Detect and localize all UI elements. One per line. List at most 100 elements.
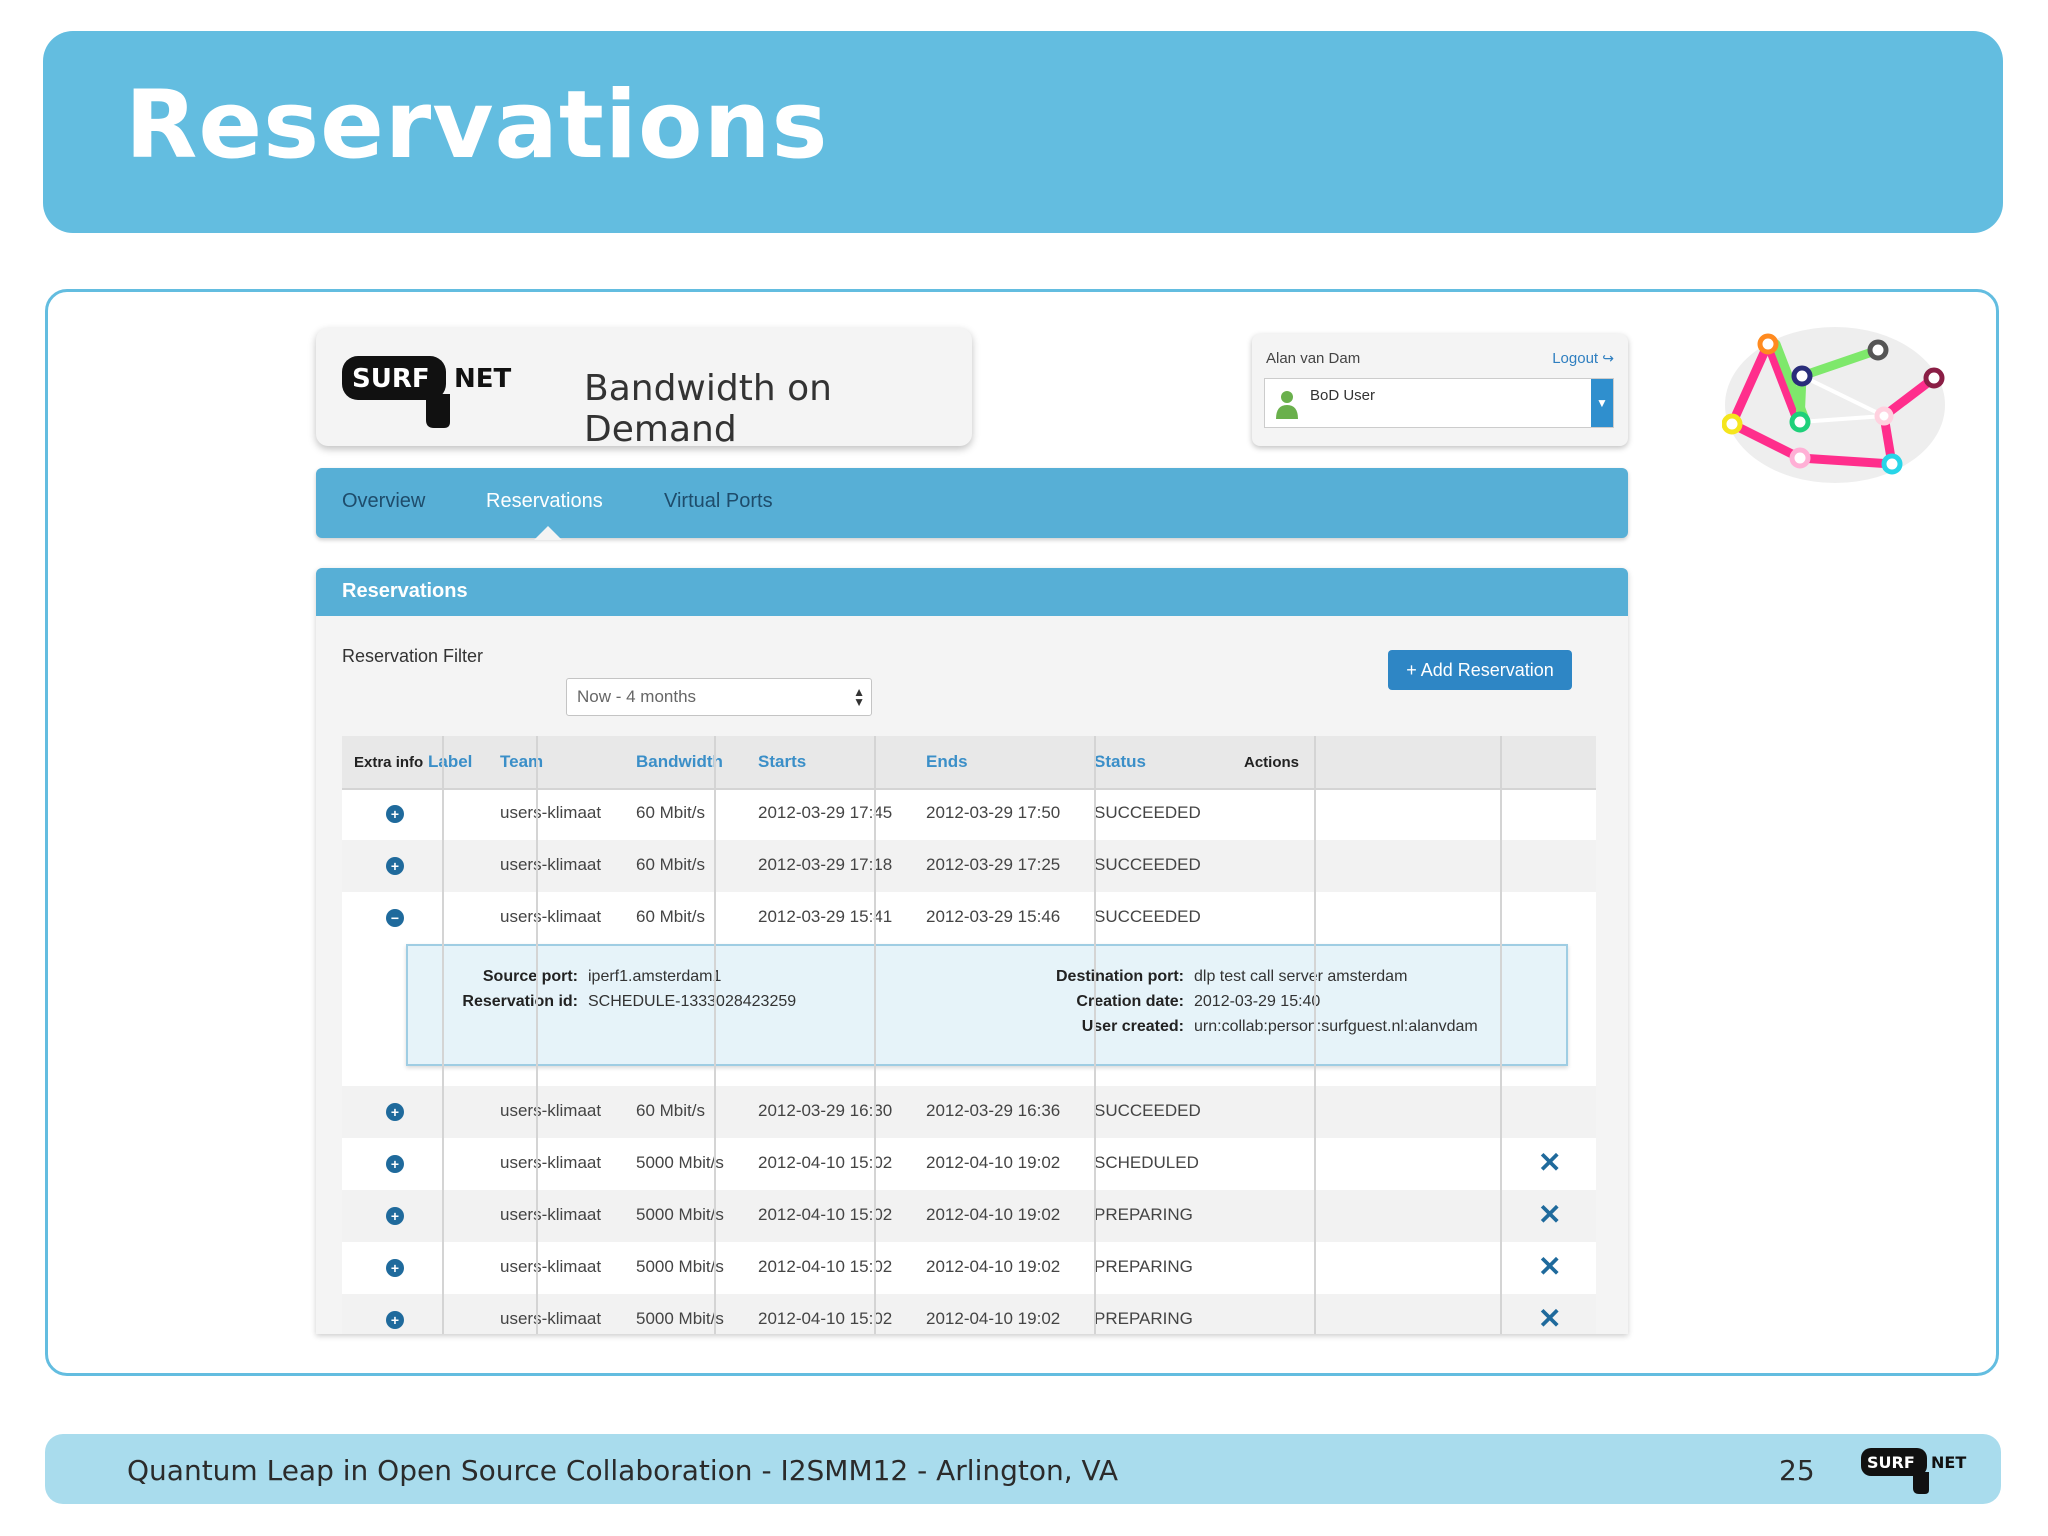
- expand-icon[interactable]: +: [386, 1103, 404, 1121]
- user-icon: [1276, 391, 1298, 419]
- user-panel: Alan van Dam Logout ↪ BoD User ▼: [1252, 334, 1628, 446]
- logout-label: Logout: [1552, 350, 1599, 367]
- add-reservation-button[interactable]: + Add Reservation: [1388, 650, 1572, 690]
- table-row: + users-klimaat 60 Mbit/s 2012-03-29 17:…: [342, 788, 1596, 840]
- cell-ends: 2012-04-10 19:02: [926, 1309, 1061, 1328]
- tab-reservations[interactable]: Reservations: [486, 490, 603, 513]
- tab-virtual-ports[interactable]: Virtual Ports: [664, 490, 773, 513]
- cell-bandwidth: 60 Mbit/s: [636, 907, 705, 926]
- table-row: + users-klimaat 5000 Mbit/s 2012-04-10 1…: [342, 1242, 1596, 1294]
- cancel-reservation-icon[interactable]: ✕: [1538, 1146, 1561, 1179]
- destination-port-label: Destination port:: [1056, 968, 1184, 985]
- column-divider: [874, 736, 876, 1334]
- reservations-table: Extra info Label Team Bandwidth Starts E…: [342, 736, 1596, 1334]
- logo-right-text: NET: [454, 364, 512, 394]
- cell-bandwidth: 60 Mbit/s: [636, 855, 705, 874]
- header-bandwidth[interactable]: Bandwidth: [636, 752, 723, 772]
- cancel-reservation-icon[interactable]: ✕: [1538, 1302, 1561, 1334]
- expand-icon[interactable]: +: [386, 1155, 404, 1173]
- destination-port-value: dlp test call server amsterdam: [1194, 968, 1408, 985]
- slide-footer: Quantum Leap in Open Source Collaboratio…: [45, 1434, 2001, 1504]
- cell-starts: 2012-03-29 15:41: [758, 907, 893, 926]
- panel-title: Reservations: [342, 580, 468, 602]
- cell-team: users-klimaat: [500, 907, 602, 926]
- cell-starts: 2012-04-10 15:02: [758, 1257, 893, 1276]
- creation-date-value: 2012-03-29 15:40: [1194, 993, 1321, 1010]
- cell-status: SUCCEEDED: [1094, 803, 1201, 822]
- header-status[interactable]: Status: [1094, 752, 1146, 772]
- column-divider: [536, 736, 538, 1334]
- user-name: Alan van Dam: [1266, 350, 1361, 367]
- role-label: BoD User: [1310, 387, 1376, 404]
- cell-status: SUCCEEDED: [1094, 907, 1201, 926]
- cell-status: PREPARING: [1094, 1257, 1193, 1276]
- cell-ends: 2012-04-10 19:02: [926, 1153, 1061, 1172]
- source-port-label: Source port:: [482, 968, 578, 985]
- expand-icon[interactable]: +: [386, 857, 404, 875]
- header-label[interactable]: Label: [428, 752, 472, 772]
- expand-icon[interactable]: +: [386, 1311, 404, 1329]
- cell-starts: 2012-03-29 17:18: [758, 855, 893, 874]
- cell-ends: 2012-03-29 15:46: [926, 907, 1061, 926]
- cell-team: users-klimaat: [500, 1205, 602, 1224]
- cell-ends: 2012-04-10 19:02: [926, 1205, 1061, 1224]
- cell-bandwidth: 60 Mbit/s: [636, 1101, 705, 1120]
- logout-link[interactable]: Logout ↪: [1552, 350, 1614, 367]
- cell-bandwidth: 5000 Mbit/s: [636, 1309, 724, 1328]
- cell-bandwidth: 5000 Mbit/s: [636, 1153, 724, 1172]
- cancel-reservation-icon[interactable]: ✕: [1538, 1250, 1561, 1283]
- cell-team: users-klimaat: [500, 1153, 602, 1172]
- chevron-down-icon[interactable]: ▼: [1591, 379, 1613, 427]
- brand-header: SURF NET Bandwidth on Demand: [316, 328, 972, 450]
- column-divider: [1314, 736, 1316, 1334]
- cancel-reservation-icon[interactable]: ✕: [1538, 1198, 1561, 1231]
- cell-team: users-klimaat: [500, 1309, 602, 1328]
- user-created-value: urn:collab:person:surfguest.nl:alanvdam: [1194, 1018, 1478, 1035]
- cell-status: PREPARING: [1094, 1309, 1193, 1328]
- logout-icon: ↪: [1602, 350, 1614, 366]
- filter-label: Reservation Filter: [342, 646, 484, 666]
- cell-team: users-klimaat: [500, 1257, 602, 1276]
- logo-left-text: SURF: [352, 364, 430, 394]
- cell-starts: 2012-04-10 15:02: [758, 1153, 893, 1172]
- active-tab-caret: [534, 526, 562, 540]
- filter-select[interactable]: Now - 4 months ▲ ▼: [566, 678, 872, 716]
- header-ends[interactable]: Ends: [926, 752, 968, 772]
- header-starts[interactable]: Starts: [758, 752, 806, 772]
- cell-bandwidth: 60 Mbit/s: [636, 803, 705, 822]
- source-port-value: iperf1.amsterdam1: [588, 968, 722, 985]
- reservations-panel: Reservations Reservation Filter Now - 4 …: [316, 568, 1628, 1334]
- reservation-id-label: Reservation id:: [462, 993, 578, 1010]
- cell-starts: 2012-03-29 17:45: [758, 803, 893, 822]
- select-arrows-icon: ▲ ▼: [853, 685, 865, 709]
- page-number: 25: [1779, 1454, 1815, 1487]
- table-row: − users-klimaat 60 Mbit/s 2012-03-29 15:…: [342, 892, 1596, 944]
- table-row: + users-klimaat 5000 Mbit/s 2012-04-10 1…: [342, 1190, 1596, 1242]
- cell-ends: 2012-03-29 17:25: [926, 855, 1061, 874]
- title-bar: Reservations: [43, 31, 2003, 233]
- cell-starts: 2012-04-10 15:02: [758, 1205, 893, 1224]
- role-select[interactable]: BoD User ▼: [1264, 378, 1614, 428]
- header-extra-info: Extra info: [354, 754, 424, 771]
- user-created-label: User created:: [1081, 1018, 1184, 1035]
- column-divider: [442, 736, 444, 1334]
- expand-icon[interactable]: +: [386, 805, 404, 823]
- tab-overview[interactable]: Overview: [342, 490, 425, 513]
- cell-status: SCHEDULED: [1094, 1153, 1199, 1172]
- table-row: + users-klimaat 5000 Mbit/s 2012-04-10 1…: [342, 1294, 1596, 1334]
- collapse-icon[interactable]: −: [386, 909, 404, 927]
- cell-team: users-klimaat: [500, 803, 602, 822]
- cell-starts: 2012-03-29 16:30: [758, 1101, 893, 1120]
- footer-text: Quantum Leap in Open Source Collaboratio…: [127, 1454, 1119, 1487]
- expand-icon[interactable]: +: [386, 1259, 404, 1277]
- cell-status: SUCCEEDED: [1094, 855, 1201, 874]
- cell-status: SUCCEEDED: [1094, 1101, 1201, 1120]
- cell-ends: 2012-03-29 17:50: [926, 803, 1061, 822]
- cell-team: users-klimaat: [500, 1101, 602, 1120]
- cell-bandwidth: 5000 Mbit/s: [636, 1257, 724, 1276]
- footer-logo-left: SURF: [1867, 1453, 1915, 1472]
- column-divider: [1500, 736, 1502, 1334]
- reservation-details: Source port: iperf1.amsterdam1 Reservati…: [406, 944, 1568, 1066]
- expand-icon[interactable]: +: [386, 1207, 404, 1225]
- panel-header: Reservations: [316, 568, 1628, 616]
